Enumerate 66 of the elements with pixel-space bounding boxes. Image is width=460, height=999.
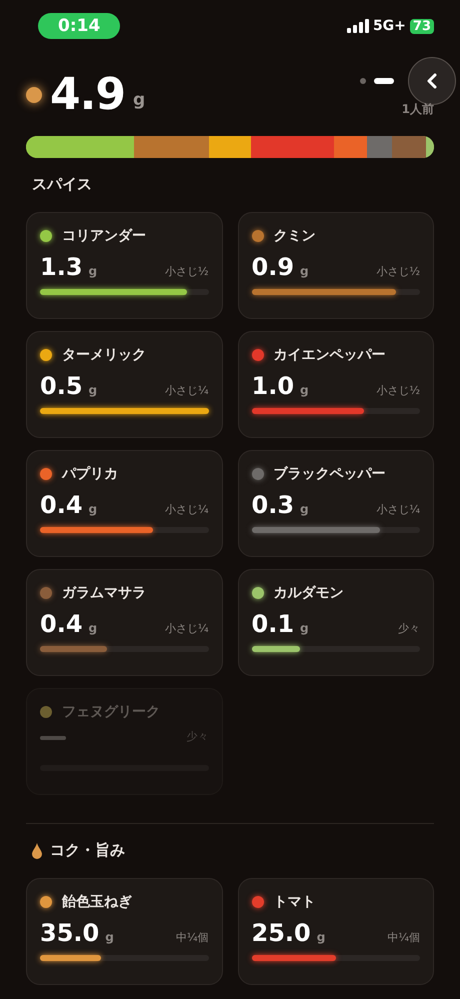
ingredient-amount: 1.3 xyxy=(40,253,83,281)
ingredient-card[interactable]: コリアンダー 1.3 g 小さじ½ xyxy=(26,212,222,319)
amount-unit: g xyxy=(88,264,98,278)
ingredient-card[interactable]: ブラックペッパー 0.3 g 小さじ¼ xyxy=(238,450,434,557)
measure-label: 小さじ¼ xyxy=(164,621,208,636)
ingredient-amount: 0.1 xyxy=(252,610,294,638)
back-button[interactable] xyxy=(408,57,456,105)
measure-label: 小さじ½ xyxy=(376,383,420,398)
amount-unit: g xyxy=(105,930,114,944)
ingredient-card[interactable]: ガラムマサラ 0.4 g 小さじ¼ xyxy=(26,569,222,676)
ingredient-amount: 0.3 xyxy=(252,491,294,519)
total-unit: g xyxy=(132,90,146,110)
ingredient-card[interactable]: トマト 25.0 g 中¼個 xyxy=(238,878,434,985)
ingredient-name: ブラックペッパー xyxy=(274,465,386,483)
chevron-left-icon xyxy=(426,73,438,89)
amount-unit: g xyxy=(88,621,98,635)
amount-unit: g xyxy=(300,383,309,397)
ingredient-name: コリアンダー xyxy=(62,227,146,245)
ingredient-name: パプリカ xyxy=(62,465,118,483)
ingredient-name: ガラムマサラ xyxy=(62,584,146,602)
ingredient-name: カイエンペッパー xyxy=(274,346,386,364)
servings-label: 1人前 xyxy=(402,101,434,118)
measure-label: 小さじ¼ xyxy=(376,502,420,517)
measure-label: 小さじ¼ xyxy=(164,502,208,517)
measure-label: 小さじ¼ xyxy=(164,383,208,398)
battery-level: 73 xyxy=(410,18,434,34)
ingredient-name: クミン xyxy=(274,227,316,245)
ingredient-amount: 1.0 xyxy=(252,372,294,400)
measure-label: 中¼個 xyxy=(176,930,208,945)
amount-unit: g xyxy=(300,264,309,278)
ingredient-name: カルダモン xyxy=(274,584,344,602)
amount-unit: g xyxy=(316,930,326,944)
amount-unit: g xyxy=(88,383,98,397)
section-title: コク・旨み xyxy=(50,841,125,860)
measure-label: 小さじ½ xyxy=(376,264,420,279)
ingredient-amount: 0.9 xyxy=(252,253,294,281)
status-time: 0:14 xyxy=(38,13,120,39)
ingredient-card[interactable]: ターメリック 0.5 g 小さじ¼ xyxy=(26,331,222,438)
ingredient-card[interactable]: パプリカ 0.4 g 小さじ¼ xyxy=(26,450,222,557)
ingredient-amount: 25.0 xyxy=(252,919,311,947)
ingredient-name: フェヌグリーク xyxy=(62,703,160,721)
ingredient-card[interactable]: 飴色玉ねぎ 35.0 g 中¼個 xyxy=(26,878,222,985)
ingredient-card[interactable]: カイエンペッパー 1.0 g 小さじ½ xyxy=(238,331,434,438)
page-indicator[interactable] xyxy=(374,78,394,84)
amount-placeholder xyxy=(40,736,66,740)
ingredient-amount: 35.0 xyxy=(40,919,100,947)
composition-segment xyxy=(367,136,392,158)
network-label: 5G+ xyxy=(372,18,406,34)
amount-unit: g xyxy=(300,621,309,635)
ingredient-amount: 0.5 xyxy=(40,372,83,400)
amount-unit: g xyxy=(88,502,98,516)
drop-icon xyxy=(32,842,42,858)
total-amount: 4.9 xyxy=(50,69,125,120)
ingredient-name: 飴色玉ねぎ xyxy=(62,893,132,911)
ingredient-amount: 0.4 xyxy=(40,610,83,638)
ingredient-name: ターメリック xyxy=(62,346,146,364)
ingredient-card[interactable]: クミン 0.9 g 小さじ½ xyxy=(238,212,434,319)
measure-label: 少々 xyxy=(398,621,420,636)
section-title: スパイス xyxy=(32,175,92,194)
measure-label: 小さじ½ xyxy=(164,264,208,279)
amount-unit: g xyxy=(300,502,309,516)
ingredient-amount: 0.4 xyxy=(40,491,83,519)
ingredient-card[interactable]: カルダモン 0.1 g 少々 xyxy=(238,569,434,676)
ingredient-name: トマト xyxy=(274,893,316,911)
signal-icon xyxy=(346,19,369,33)
measure-label: 中¼個 xyxy=(387,930,420,945)
